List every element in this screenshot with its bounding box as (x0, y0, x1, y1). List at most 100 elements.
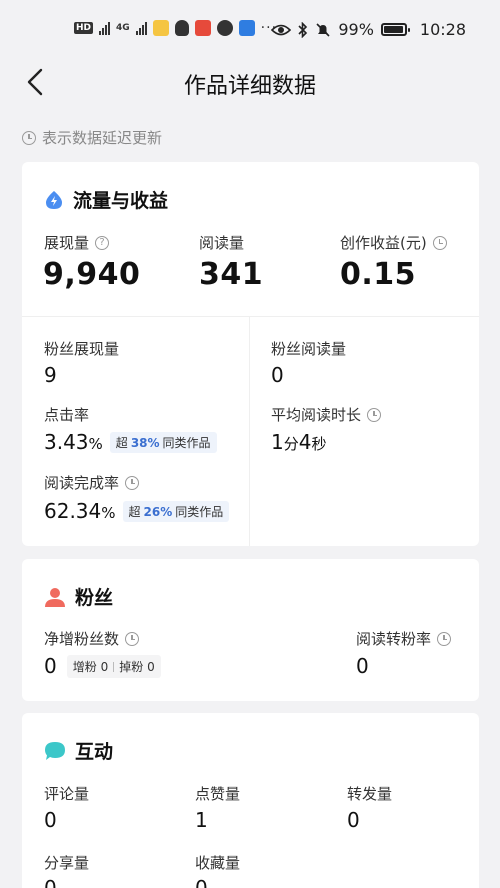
eye-icon (271, 24, 292, 35)
ctr-label: 点击率 (44, 406, 90, 424)
reads-value: 341 (199, 257, 264, 292)
mute-bell-icon (316, 22, 330, 37)
net-fans-value: 0 (44, 654, 57, 678)
completion-label-row: 阅读完成率 (44, 472, 140, 493)
ctr-value-row: 3.43% 超 38% 同类作品 (44, 430, 217, 455)
nav-bar: 作品详细数据 (0, 62, 500, 102)
completion-unit: % (101, 504, 116, 522)
likes-label: 点赞量 (195, 785, 241, 803)
clock-icon (22, 130, 36, 145)
page-title: 作品详细数据 (183, 74, 316, 99)
interaction-card: 互动 评论量 0 点赞量 1 转发量 0 分享量 0 收藏量 0 (22, 713, 479, 888)
avg-time-sec-unit: 秒 (311, 435, 327, 453)
hd-badge: HD (74, 22, 94, 34)
clock-icon (432, 235, 447, 250)
avg-time-value: 1分4秒 (271, 430, 327, 454)
avg-time-label: 平均阅读时长 (271, 406, 362, 424)
clock-icon (437, 631, 452, 646)
comments-value: 0 (44, 808, 57, 832)
completion-tag-pct: 26% (143, 504, 173, 519)
completion-tag-suffix: 同类作品 (175, 505, 224, 519)
fan-reads-label: 粉丝阅读量 (271, 340, 347, 358)
shares-label: 分享量 (44, 854, 90, 872)
clock-icon (125, 475, 140, 490)
help-icon[interactable]: ? (95, 235, 110, 250)
red-app-icon (194, 20, 211, 36)
divider (22, 316, 479, 317)
status-left: HD 4G ··· (74, 20, 277, 36)
conversion-label-row: 阅读转粉率 (356, 628, 452, 649)
lightning-icon (46, 190, 62, 209)
traffic-card: 流量与收益 展现量 ? 9,940 阅读量 341 创作收益(元) 0.15 粉… (22, 162, 479, 546)
bluetooth-icon (298, 21, 308, 38)
fan-change-badge: 增粉 0 掉粉 0 (66, 655, 161, 678)
interaction-header: 互动 (44, 737, 113, 764)
divider (249, 317, 250, 546)
conversion-value: 0 (356, 654, 369, 678)
net-fans-value-row: 0 增粉 0 掉粉 0 (44, 654, 161, 680)
clock-icon (367, 407, 382, 422)
reposts-value: 0 (347, 808, 360, 832)
interaction-title: 互动 (75, 741, 114, 763)
status-bar: HD 4G ··· 99% 10:28 (0, 0, 500, 62)
loss-value: 0 (147, 659, 155, 674)
net-fans-label-row: 净增粉丝数 (44, 628, 140, 649)
completion-tag-prefix: 超 (128, 505, 141, 519)
delay-note-text: 表示数据延迟更新 (42, 129, 163, 147)
gain-label: 增粉 (72, 660, 97, 674)
avg-time-sec: 4 (298, 430, 312, 454)
signal-icon-2 (135, 21, 147, 35)
impressions-label: 展现量 (44, 234, 90, 252)
conversion-label: 阅读转粉率 (356, 630, 432, 648)
ctr-tag-suffix: 同类作品 (162, 436, 211, 450)
delay-note: 表示数据延迟更新 (22, 127, 162, 148)
revenue-label: 创作收益(元) (340, 234, 427, 252)
ctr-unit: % (88, 435, 103, 453)
ctr-compare-badge: 超 38% 同类作品 (109, 432, 217, 453)
shares-value: 0 (44, 876, 57, 888)
net-fans-label: 净增粉丝数 (44, 630, 120, 648)
traffic-header: 流量与收益 (44, 186, 168, 213)
clock-icon (125, 631, 140, 646)
chat-bubble-icon (45, 741, 65, 760)
fans-title: 粉丝 (75, 587, 114, 609)
status-time: 10:28 (419, 20, 466, 39)
favorites-label: 收藏量 (195, 854, 241, 872)
completion-value: 62.34 (44, 499, 102, 523)
fans-card: 粉丝 净增粉丝数 0 增粉 0 掉粉 0 阅读转粉率 0 (22, 559, 479, 701)
completion-compare-badge: 超 26% 同类作品 (122, 501, 230, 522)
traffic-title: 流量与收益 (73, 190, 169, 212)
avg-time-min-unit: 分 (283, 435, 299, 453)
gain-value: 0 (100, 659, 109, 674)
qq-app-icon (174, 20, 189, 36)
impressions-value: 9,940 (43, 257, 141, 292)
loss-label: 掉粉 (119, 660, 144, 674)
ctr-value: 3.43 (44, 430, 89, 454)
browser-app-icon (216, 20, 233, 36)
revenue-label-row: 创作收益(元) (340, 232, 447, 253)
completion-label: 阅读完成率 (44, 474, 120, 492)
person-icon (45, 587, 65, 607)
status-right: 99% 10:28 (271, 20, 466, 39)
mail-app-icon (152, 20, 169, 36)
reads-label: 阅读量 (199, 234, 245, 252)
fan-reads-value: 0 (271, 363, 284, 387)
avg-time-min: 1 (271, 430, 284, 454)
fans-header: 粉丝 (44, 583, 113, 610)
reposts-label: 转发量 (347, 785, 393, 803)
favorites-value: 0 (195, 876, 208, 888)
battery-percent: 99% (338, 20, 374, 39)
avg-time-label-row: 平均阅读时长 (271, 404, 382, 425)
ctr-tag-pct: 38% (130, 435, 160, 450)
likes-value: 1 (195, 808, 208, 832)
completion-value-row: 62.34% 超 26% 同类作品 (44, 499, 230, 524)
blue-app-icon (238, 20, 255, 36)
battery-icon (380, 23, 410, 36)
network-type: 4G (116, 22, 130, 33)
fan-impressions-label: 粉丝展现量 (44, 340, 120, 358)
signal-icon (99, 21, 111, 35)
divider (113, 661, 115, 672)
revenue-value: 0.15 (340, 257, 417, 292)
impressions-label-row: 展现量 ? (44, 232, 110, 253)
comments-label: 评论量 (44, 785, 90, 803)
